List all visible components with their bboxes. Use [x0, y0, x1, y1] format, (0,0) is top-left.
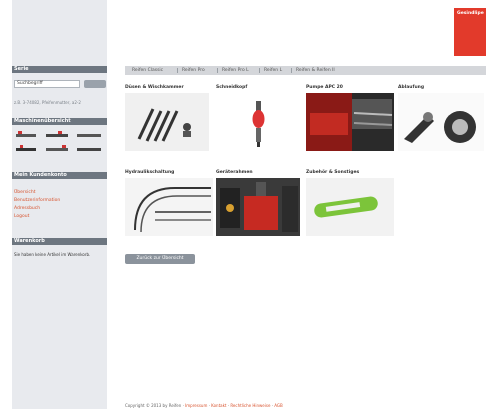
footer-link-legal[interactable]: Rechtliche Hinweise — [230, 403, 270, 408]
category-title-pump[interactable]: Pumpe APC 20 — [306, 85, 343, 90]
cutting-head-image[interactable] — [216, 93, 300, 151]
cart-heading: Warenkorb — [12, 238, 107, 245]
machine-thumb[interactable] — [14, 129, 40, 140]
tab-separator — [291, 68, 292, 73]
footer-link-contact[interactable]: Kontakt — [211, 403, 226, 408]
footer-copyright: Copyright © 2013 by Reifen · — [125, 403, 186, 408]
cart-text: Sie haben keine Artikel im Warenkorb. — [14, 252, 91, 257]
accessories-image[interactable] — [306, 178, 394, 236]
category-title-frame[interactable]: Geräterahmen — [216, 170, 253, 175]
nozzles-image[interactable] — [125, 93, 209, 151]
machine-thumb[interactable] — [76, 143, 102, 154]
category-tabs: Reifen Classic Reifen Pro Reifen Pro L R… — [125, 66, 486, 75]
footer: Copyright © 2013 by Reifen · Impressum ·… — [125, 403, 283, 408]
category-title-drain[interactable]: Ablaufung — [398, 85, 424, 90]
tab-separator — [177, 68, 178, 73]
account-link-userinfo[interactable]: Benutzerinformation — [14, 198, 60, 203]
hydraulic-image[interactable] — [125, 178, 213, 236]
tab-reifen-pro-l[interactable]: Reifen Pro L — [219, 66, 252, 75]
back-to-overview-button[interactable]: Zurück zur Übersicht — [125, 254, 195, 264]
search-heading: Serie — [12, 66, 107, 73]
sidebar: Serie Suchbegriff z.B. 3-74082, Pfeifenm… — [12, 0, 107, 409]
category-title-cutting-head[interactable]: Schneidkopf — [216, 85, 247, 90]
account-link-overview[interactable]: Übersicht — [14, 190, 35, 195]
tab-separator — [217, 68, 218, 73]
machine-thumb[interactable] — [44, 143, 70, 154]
search-button[interactable] — [84, 80, 106, 88]
footer-link-imprint[interactable]: Impressum — [185, 403, 207, 408]
category-title-nozzles[interactable]: Düsen & Wischkammer — [125, 85, 184, 90]
tab-reifen-ii[interactable]: Reifen & Reifen II — [293, 66, 338, 75]
account-link-logout[interactable]: Logout — [14, 214, 29, 219]
tab-reifen-classic[interactable]: Reifen Classic — [129, 66, 166, 75]
tab-reifen-pro[interactable]: Reifen Pro — [179, 66, 208, 75]
tab-reifen-l[interactable]: Reifen L — [261, 66, 285, 75]
account-link-addressbook[interactable]: Adressbuch — [14, 206, 40, 211]
tab-separator — [259, 68, 260, 73]
machine-heading: Maschinenübersicht — [12, 118, 107, 125]
machine-thumbnails — [14, 129, 104, 157]
search-hint: z.B. 3-74082, Pfeifenmutter, a2-2 — [14, 100, 81, 105]
machine-thumb[interactable] — [14, 143, 40, 154]
category-title-accessories[interactable]: Zubehör & Sonstiges — [306, 170, 359, 175]
machine-thumb[interactable] — [76, 129, 102, 140]
account-heading: Mein Kundenkonto — [12, 172, 107, 179]
category-title-hydraulic[interactable]: Hydraulikschaltung — [125, 170, 174, 175]
drain-image[interactable] — [398, 93, 484, 151]
pump-image[interactable] — [306, 93, 394, 151]
brand-logo[interactable]: Gesindlipe — [454, 8, 486, 56]
machine-thumb[interactable] — [44, 129, 70, 140]
frame-image[interactable] — [216, 178, 300, 236]
footer-link-terms[interactable]: AGB — [274, 403, 283, 408]
search-input[interactable]: Suchbegriff — [14, 80, 80, 88]
